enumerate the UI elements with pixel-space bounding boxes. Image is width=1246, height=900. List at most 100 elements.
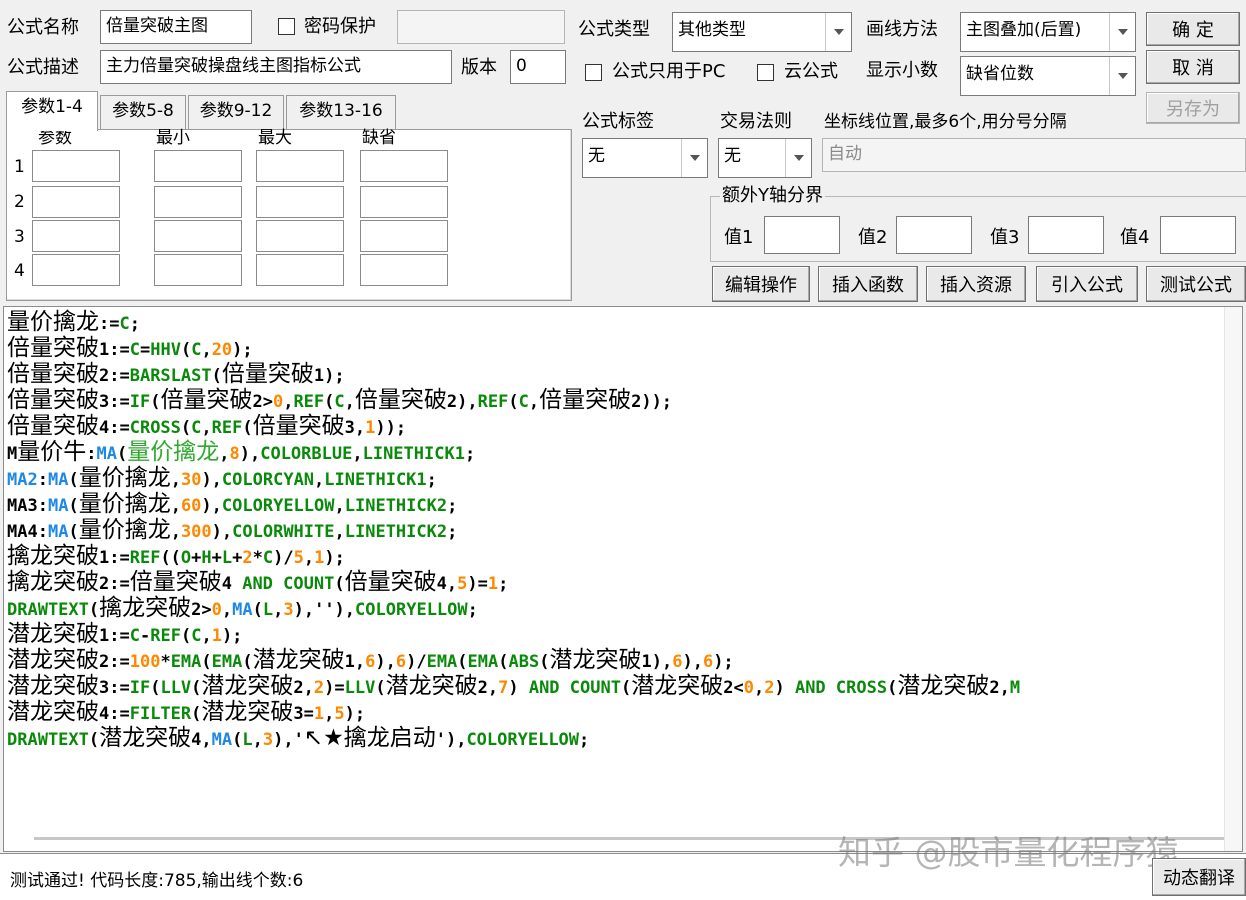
param4-min-input[interactable] — [154, 254, 242, 286]
code-token: ), — [201, 470, 222, 490]
code-token: 2:= — [99, 366, 130, 386]
code-token: ); — [713, 652, 734, 672]
code-token: REF — [129, 548, 161, 568]
trade-rule-label: 交易法则 — [720, 111, 792, 132]
code-token: REF — [293, 392, 325, 412]
param1-max-input[interactable] — [256, 150, 344, 182]
password-checkbox[interactable] — [278, 18, 295, 35]
param3-max-input[interactable] — [256, 220, 344, 252]
param2-max-input[interactable] — [256, 186, 344, 218]
param1-name-input[interactable] — [32, 150, 120, 182]
vertical-scrollbar[interactable] — [1224, 307, 1242, 851]
value3-input[interactable] — [1028, 216, 1104, 254]
param3-name-input[interactable] — [32, 220, 120, 252]
code-token: ( — [887, 678, 898, 698]
formula-tag-select[interactable]: 无 — [582, 138, 708, 178]
code-token: ( — [180, 626, 192, 646]
cloud-checkbox[interactable] — [757, 64, 774, 81]
code-token: MA2 — [7, 470, 38, 490]
code-line: 倍量突破1:=C=HHV(C,20); — [7, 335, 253, 363]
formula-name-input[interactable]: 倍量突破主图 — [100, 10, 252, 44]
code-line: 倍量突破3:=IF(倍量突破2>0,REF(C,倍量突破2),REF(C,倍量突… — [7, 387, 672, 415]
tab-params-9-12[interactable]: 参数9-12 — [188, 95, 284, 129]
param-row-number: 4 — [14, 261, 25, 281]
code-token: )); — [375, 418, 407, 438]
value4-input[interactable] — [1160, 216, 1236, 254]
code-token: 3 — [262, 730, 274, 750]
param1-default-input[interactable] — [360, 150, 448, 182]
code-token: AND — [794, 678, 826, 698]
code-token: 60 — [180, 496, 202, 516]
code-token: 1:= — [99, 626, 130, 646]
draw-method-select[interactable]: 主图叠加(后置) — [960, 12, 1136, 52]
value1-input[interactable] — [764, 216, 840, 254]
param2-name-input[interactable] — [32, 186, 120, 218]
edit-operation-button[interactable]: 编辑操作 — [712, 266, 810, 302]
code-token: 潜龙突破 — [252, 647, 345, 673]
code-token: , — [170, 470, 181, 490]
code-token: COUNT — [569, 678, 621, 698]
formula-type-select[interactable]: 其他类型 — [672, 12, 852, 52]
param4-name-input[interactable] — [32, 254, 120, 286]
param2-default-input[interactable] — [360, 186, 448, 218]
code-token: IF — [129, 392, 151, 412]
cloud-label: 云公式 — [784, 61, 838, 82]
code-token: ↖★擒龙启动 — [303, 725, 436, 751]
code-token: AND — [242, 574, 273, 594]
param1-min-input[interactable] — [154, 150, 242, 182]
code-token: 潜龙突破 — [897, 673, 990, 699]
test-formula-button[interactable]: 测试公式 — [1146, 266, 1246, 302]
code-token: ( — [508, 392, 519, 412]
code-token: , — [314, 470, 325, 490]
code-token: 倍量突破 — [252, 413, 345, 439]
tab-params-5-8[interactable]: 参数5-8 — [100, 95, 186, 129]
code-token: MA — [232, 600, 253, 620]
confirm-button[interactable]: 确 定 — [1146, 12, 1240, 46]
tab-params-1-4[interactable]: 参数1-4 — [6, 91, 98, 131]
version-input[interactable]: 0 — [510, 50, 566, 84]
code-editor[interactable]: 量价擒龙:=C; 倍量突破1:=C=HHV(C,20); 倍量突破2:=BARSLA… — [3, 306, 1243, 852]
pc-only-checkbox[interactable] — [585, 64, 602, 81]
watermark-text: 知乎 @股市量化程序猿 — [838, 833, 1179, 872]
cancel-button[interactable]: 取 消 — [1146, 50, 1240, 84]
insert-function-button[interactable]: 插入函数 — [818, 266, 918, 302]
param3-min-input[interactable] — [154, 220, 242, 252]
dynamic-translate-button[interactable]: 动态翻译 — [1152, 858, 1246, 896]
code-token: 倍量突破 — [7, 387, 99, 413]
code-token: , — [344, 392, 355, 412]
tab-params-13-16[interactable]: 参数13-16 — [286, 95, 396, 129]
code-token: ( — [150, 678, 161, 698]
formula-tag-value: 无 — [588, 146, 605, 166]
code-line: MA2:MA(量价擒龙,30),COLORCYAN,LINETHICK1; — [7, 465, 437, 493]
param4-max-input[interactable] — [256, 254, 344, 286]
code-token: (( — [160, 548, 181, 568]
code-token: ); — [324, 548, 345, 568]
param4-default-input[interactable] — [360, 254, 448, 286]
formula-desc-input[interactable]: 主力倍量突破操盘线主图指标公式 — [100, 50, 452, 84]
code-token: ; — [498, 574, 509, 594]
param3-default-input[interactable] — [360, 220, 448, 252]
trade-rule-select[interactable]: 无 — [718, 138, 812, 178]
param2-min-input[interactable] — [154, 186, 242, 218]
code-token: IF — [129, 678, 151, 698]
code-token: DRAWTEXT — [7, 600, 89, 620]
import-formula-button[interactable]: 引入公式 — [1036, 266, 1138, 302]
code-token: ( — [334, 574, 345, 594]
save-as-button: 另存为 — [1146, 92, 1240, 124]
code-token: COLORBLUE — [260, 444, 353, 464]
value2-input[interactable] — [896, 216, 972, 254]
code-token: LLV — [160, 678, 192, 698]
code-token: C — [191, 418, 202, 438]
code-line: DRAWTEXT(潜龙突破4,MA(L,3),'↖★擒龙启动'),COLORYE… — [7, 725, 589, 753]
chevron-down-icon — [785, 139, 811, 177]
code-token: 20 — [211, 340, 233, 360]
code-token: 6 — [365, 652, 376, 672]
insert-resource-button[interactable]: 插入资源 — [926, 266, 1026, 302]
chevron-down-icon — [1109, 57, 1135, 95]
code-token: ), — [682, 652, 703, 672]
code-token: 4:= — [99, 704, 130, 724]
code-token: L — [242, 730, 253, 750]
code-token: , — [283, 392, 294, 412]
decimals-select[interactable]: 缺省位数 — [960, 56, 1136, 96]
